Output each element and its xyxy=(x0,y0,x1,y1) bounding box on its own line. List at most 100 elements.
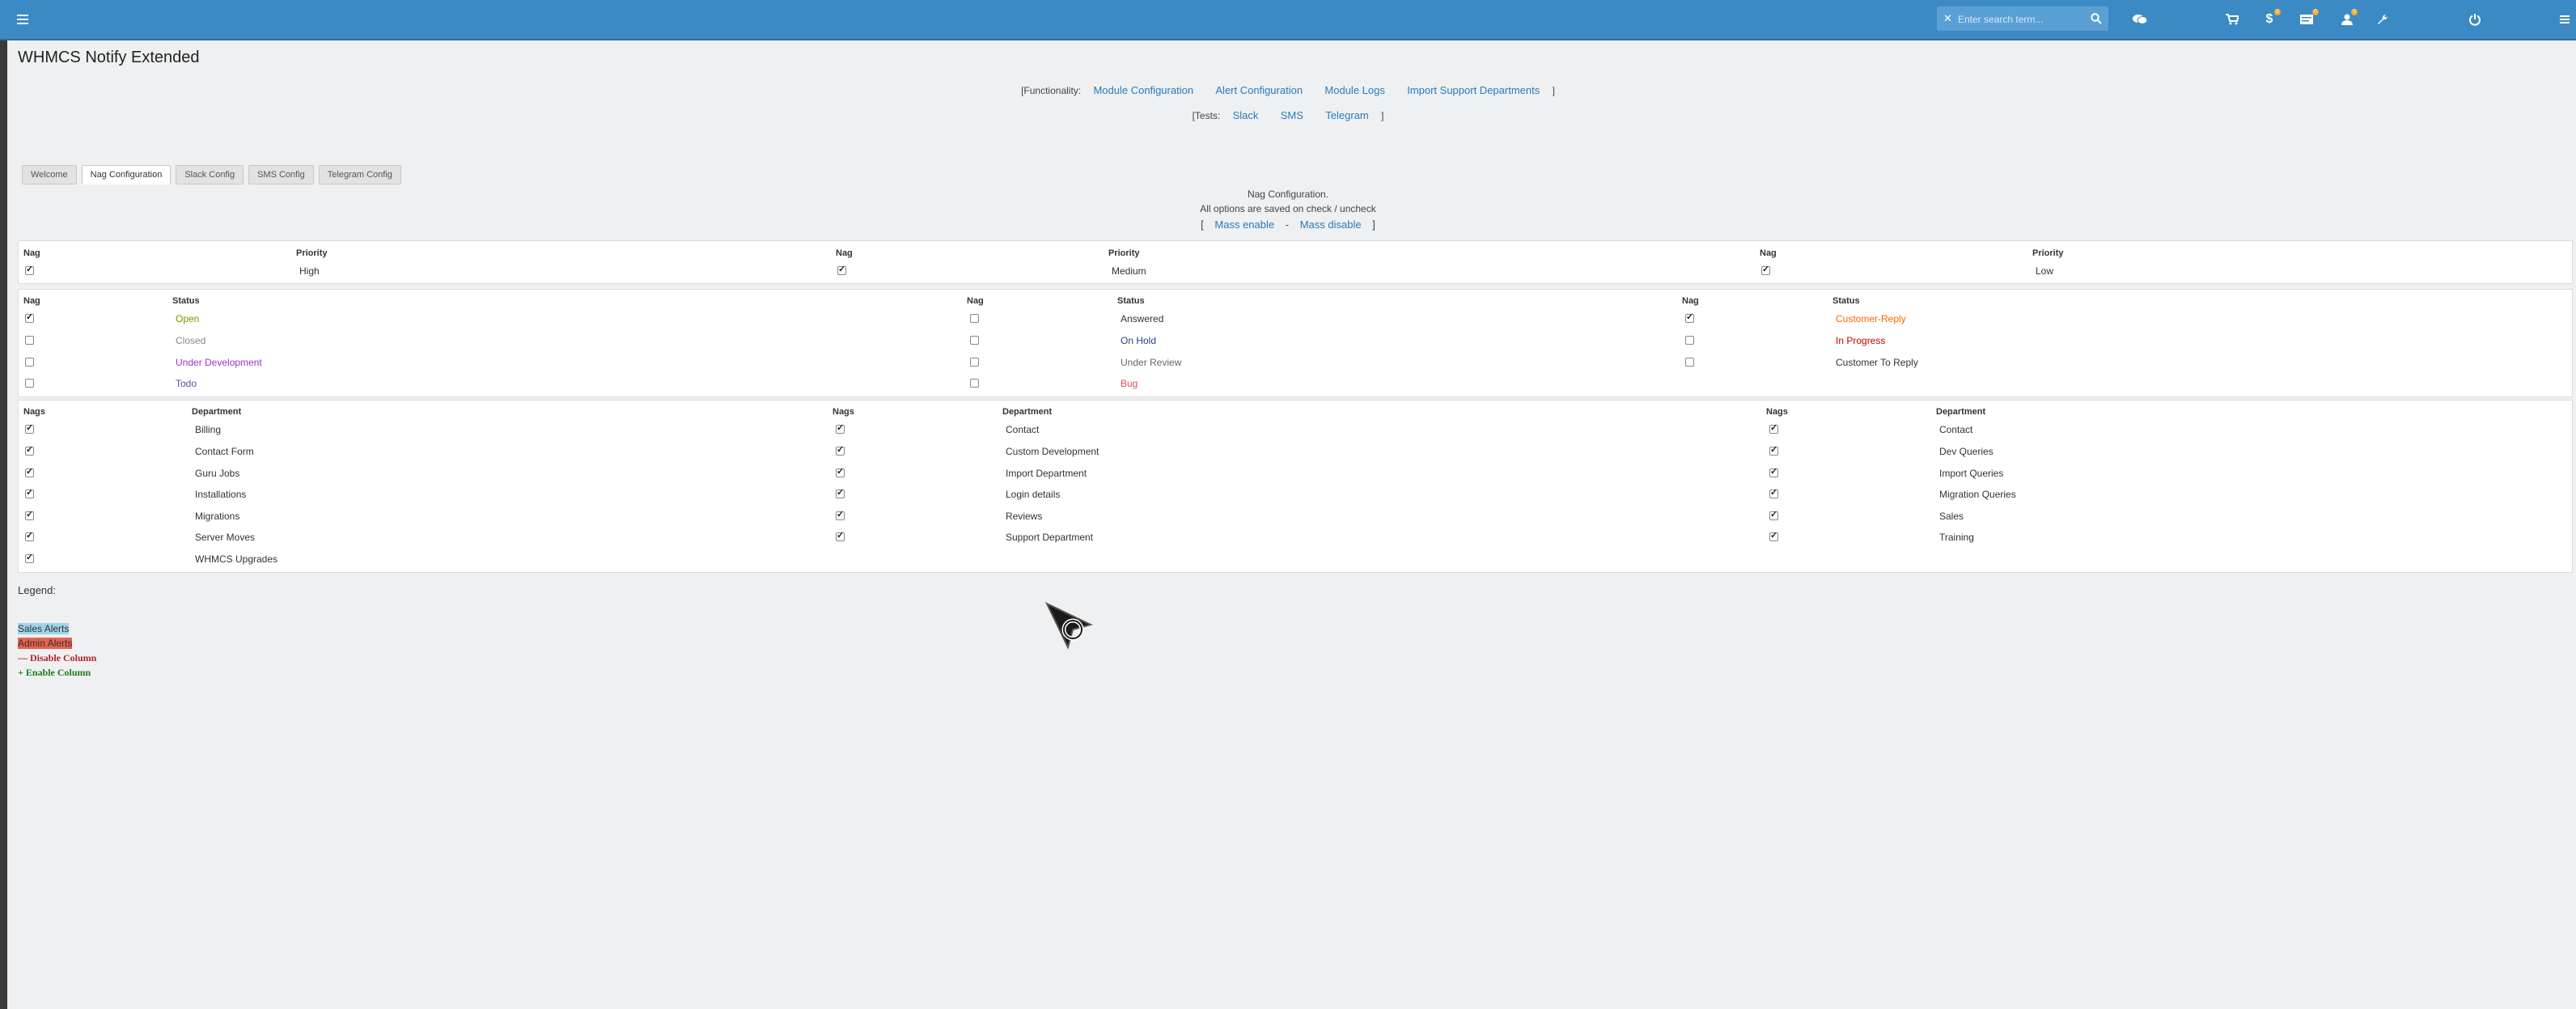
notice-title: Nag Configuration. xyxy=(1247,189,1329,200)
legend-disable-column-label: Disable Column xyxy=(30,652,97,663)
priority-medium-label: Medium xyxy=(1112,265,1146,277)
status-todo-checkbox[interactable] xyxy=(25,379,34,388)
right-menu-icon[interactable] xyxy=(2557,0,2573,39)
dept-billing-label: Billing xyxy=(195,424,222,435)
mass-disable-link[interactable]: Mass disable xyxy=(1300,218,1362,231)
status-closed-label: Closed xyxy=(176,335,206,346)
menu-toggle-icon[interactable] xyxy=(11,0,34,39)
status-customer-to-reply-label: Customer To Reply xyxy=(1836,357,1918,368)
mass-enable-link[interactable]: Mass enable xyxy=(1214,218,1274,231)
tab-telegram-config[interactable]: Telegram Config xyxy=(318,165,401,184)
status-bug-label: Bug xyxy=(1121,378,1138,389)
status-customer-to-reply-checkbox[interactable] xyxy=(1685,358,1694,367)
dept-server-moves-label: Server Moves xyxy=(195,532,256,543)
wrench-icon[interactable] xyxy=(2371,0,2395,39)
mass-actions: [ Mass enable - Mass disable ] xyxy=(0,218,2576,231)
priority-high-checkbox[interactable] xyxy=(25,264,34,275)
priority-medium-checkbox[interactable] xyxy=(837,264,846,275)
priority-low-checkbox[interactable] xyxy=(1761,264,1770,275)
priority-nag-header-3: Nag xyxy=(1760,248,1777,258)
dept-installations-checkbox[interactable] xyxy=(25,487,34,498)
legend-disable-column: — Disable Column xyxy=(18,652,96,664)
dept-contact-checkbox[interactable] xyxy=(836,422,845,434)
dept-header-1: Department xyxy=(192,407,242,417)
status-panel: Nag Status Nag Status Nag Status Open Cl… xyxy=(18,289,2573,397)
test-telegram-link[interactable]: Telegram xyxy=(1325,109,1368,121)
status-nag-header-2: Nag xyxy=(967,296,984,306)
search-input[interactable] xyxy=(1956,11,2081,28)
mass-bracket-open: [ xyxy=(1201,218,1204,231)
status-on-hold-checkbox[interactable] xyxy=(970,336,979,345)
dept-custom-development-checkbox[interactable] xyxy=(836,444,845,456)
status-customer-reply-checkbox[interactable] xyxy=(1685,312,1694,323)
cart-icon[interactable] xyxy=(2220,0,2244,39)
tab-welcome[interactable]: Welcome xyxy=(22,165,77,184)
dept-support-department-checkbox[interactable] xyxy=(836,530,845,541)
dept-sales-label: Sales xyxy=(1939,511,1964,522)
dept-import-queries-checkbox[interactable] xyxy=(1769,466,1778,477)
dept-training-checkbox[interactable] xyxy=(1769,530,1778,541)
department-panel: Nags Department Nags Department Nags Dep… xyxy=(18,400,2573,573)
functionality-nav: [Functionality: Module Configuration Ale… xyxy=(0,84,2576,96)
clear-search-icon[interactable]: ✕ xyxy=(1943,6,1952,31)
dept-dev-queries-label: Dev Queries xyxy=(1939,446,1993,457)
legend-sales-alerts: Sales Alerts xyxy=(18,623,70,634)
status-todo-label: Todo xyxy=(176,378,197,389)
ticket-icon[interactable] xyxy=(2294,0,2319,39)
status-under-development-checkbox[interactable] xyxy=(25,358,34,367)
functionality-prefix: [Functionality: xyxy=(1021,85,1082,96)
import-support-departments-link[interactable]: Import Support Departments xyxy=(1407,84,1540,96)
test-sms-link[interactable]: SMS xyxy=(1281,109,1303,121)
status-on-hold-label: On Hold xyxy=(1121,335,1157,346)
mass-bracket-close: ] xyxy=(1372,218,1375,231)
badge-tickets: 0 xyxy=(2312,9,2319,15)
chat-icon[interactable] xyxy=(2128,0,2152,39)
dept-guru-jobs-checkbox[interactable] xyxy=(25,466,34,477)
dept-import-department-checkbox[interactable] xyxy=(836,466,845,477)
status-bug-checkbox[interactable] xyxy=(970,379,979,388)
badge-users: 0 xyxy=(2351,9,2358,15)
priority-header-2: Priority xyxy=(1108,248,1140,258)
dept-installations-label: Installations xyxy=(195,489,247,500)
module-logs-link[interactable]: Module Logs xyxy=(1324,84,1384,96)
dept-nags-header-3: Nags xyxy=(1766,407,1788,417)
power-icon[interactable] xyxy=(2463,0,2487,39)
dept-nags-header-1: Nags xyxy=(23,407,45,417)
search-icon[interactable] xyxy=(2091,13,2102,27)
dept-billing-checkbox[interactable] xyxy=(25,422,34,434)
user-alert-icon[interactable] xyxy=(2335,0,2359,39)
top-navbar: ✕ $ 0 0 0 xyxy=(0,0,2576,40)
tab-sms-config[interactable]: SMS Config xyxy=(248,165,314,184)
dept-contact-form-checkbox[interactable] xyxy=(25,444,34,456)
dept-reviews-checkbox[interactable] xyxy=(836,509,845,520)
status-closed-checkbox[interactable] xyxy=(25,336,34,345)
tests-nav: [Tests: Slack SMS Telegram ] xyxy=(0,109,2576,121)
dept-header-2: Department xyxy=(1002,407,1053,417)
notice-subtitle: All options are saved on check / uncheck xyxy=(1200,203,1376,214)
dept-sales-checkbox[interactable] xyxy=(1769,509,1778,520)
status-in-progress-checkbox[interactable] xyxy=(1685,336,1694,345)
dept-contact-2-checkbox[interactable] xyxy=(1769,422,1778,434)
dept-dev-queries-checkbox[interactable] xyxy=(1769,444,1778,456)
dept-training-label: Training xyxy=(1939,532,1974,543)
dept-migration-queries-checkbox[interactable] xyxy=(1769,487,1778,498)
status-open-checkbox[interactable] xyxy=(25,312,34,323)
page-title: WHMCS Notify Extended xyxy=(18,49,200,66)
dept-nags-header-2: Nags xyxy=(833,407,854,417)
dept-server-moves-checkbox[interactable] xyxy=(25,530,34,541)
dept-reviews-label: Reviews xyxy=(1006,511,1043,522)
functionality-suffix: ] xyxy=(1552,85,1555,96)
module-configuration-link[interactable]: Module Configuration xyxy=(1093,84,1193,96)
test-slack-link[interactable]: Slack xyxy=(1233,109,1259,121)
dept-login-details-checkbox[interactable] xyxy=(836,487,845,498)
status-in-progress-label: In Progress xyxy=(1836,335,1886,346)
status-under-review-checkbox[interactable] xyxy=(970,358,979,367)
dollar-icon[interactable]: $ xyxy=(2259,0,2280,39)
tab-slack-config[interactable]: Slack Config xyxy=(176,165,244,184)
status-answered-checkbox[interactable] xyxy=(970,314,979,323)
alert-configuration-link[interactable]: Alert Configuration xyxy=(1215,84,1303,96)
dept-whmcs-upgrades-checkbox[interactable] xyxy=(25,552,34,563)
config-tabs: Welcome Nag Configuration Slack Config S… xyxy=(22,165,406,184)
tab-nag-configuration[interactable]: Nag Configuration xyxy=(81,165,172,184)
dept-migrations-checkbox[interactable] xyxy=(25,509,34,520)
